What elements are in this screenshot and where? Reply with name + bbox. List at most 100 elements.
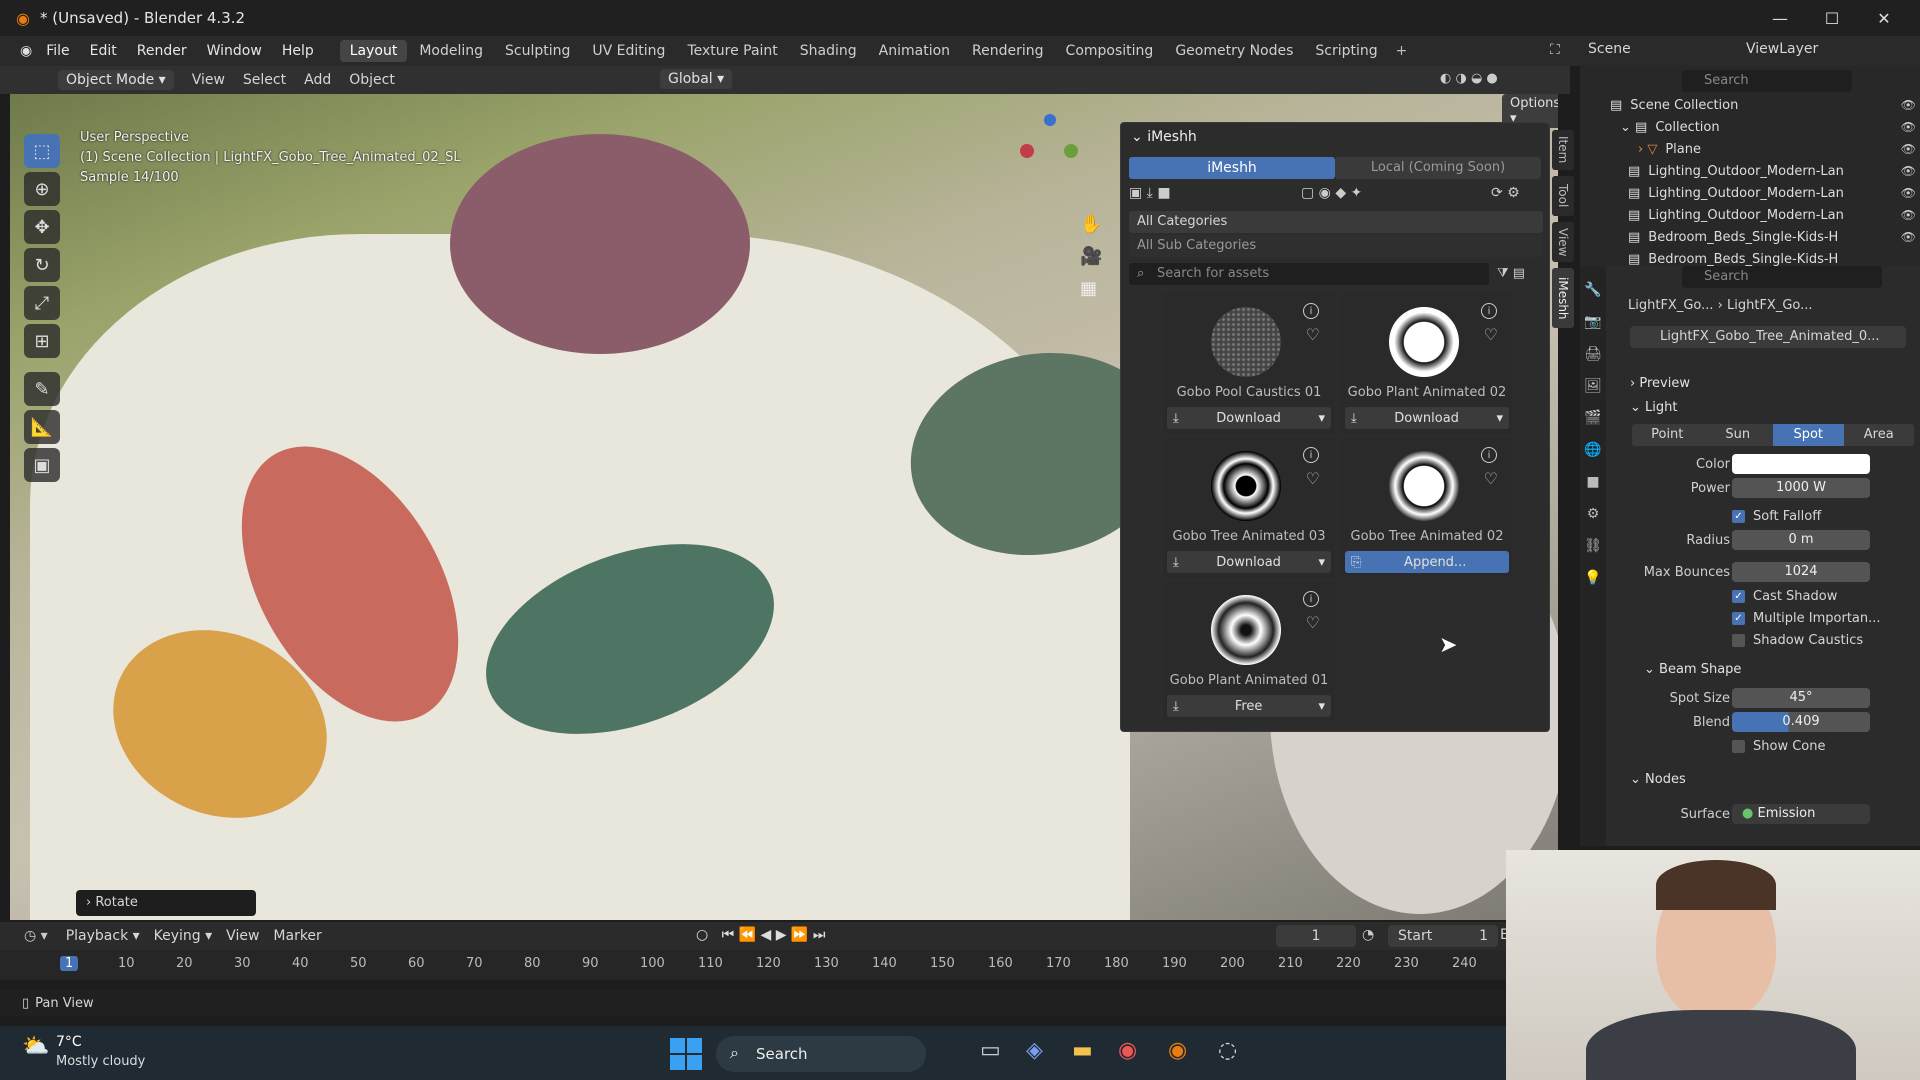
tab-scripting[interactable]: Scripting (1305, 40, 1387, 62)
download-button[interactable]: ⤓ Download ▾ (1167, 551, 1331, 573)
menu-help[interactable]: Help (282, 43, 314, 59)
transform-orientation-dropdown[interactable]: Global ▾ (660, 69, 733, 89)
color-swatch[interactable] (1732, 454, 1870, 474)
max-bounces-field[interactable]: 1024 (1732, 562, 1870, 582)
chevron-down-icon[interactable]: ▾ (1496, 411, 1503, 426)
annotate-tool[interactable]: ✎ (24, 372, 60, 406)
preview-section-header[interactable]: › Preview (1630, 376, 1690, 391)
menu-marker[interactable]: Marker (273, 928, 321, 944)
weather-icon[interactable]: ⛅ (22, 1034, 49, 1059)
outliner-plane[interactable]: › ▽ Plane (1580, 138, 1920, 160)
tab-tool[interactable]: Tool (1552, 176, 1574, 216)
outliner-item[interactable]: ▤ Lighting_Outdoor_Modern-Lan (1580, 182, 1920, 204)
clock-icon[interactable]: ◔ (1362, 927, 1374, 943)
asset-card[interactable]: i ♡ Gobo Plant Animated 02 ⤓ Download ▾ (1341, 293, 1513, 433)
tab-rendering[interactable]: Rendering (962, 40, 1054, 62)
category-dropdown[interactable]: All Categories (1129, 211, 1543, 233)
tab-texture-paint[interactable]: Texture Paint (677, 40, 787, 62)
menu-edit[interactable]: Edit (90, 43, 117, 59)
add-workspace-icon[interactable]: + (1396, 43, 1408, 59)
menu-select[interactable]: Select (243, 72, 286, 88)
asset-card[interactable]: i ♡ Gobo Tree Animated 02 ⎘ Append... (1341, 437, 1513, 577)
menu-add[interactable]: Add (304, 72, 331, 88)
measure-tool[interactable]: 📐 (24, 410, 60, 444)
beam-shape-section-header[interactable]: ⌄ Beam Shape (1644, 662, 1741, 677)
tab-layout[interactable]: Layout (339, 40, 408, 62)
tab-modeling[interactable]: Modeling (409, 40, 493, 62)
info-icon[interactable]: i (1303, 447, 1319, 463)
nodes-section-header[interactable]: ⌄ Nodes (1630, 772, 1686, 787)
close-button[interactable]: ✕ (1858, 0, 1910, 36)
y-axis-icon[interactable] (1064, 144, 1078, 158)
cast-shadow-checkbox[interactable]: ✓ Cast Shadow (1580, 584, 1920, 608)
asset-card[interactable]: i ♡ Gobo Pool Caustics 01 ⤓ Download ▾ (1163, 293, 1335, 433)
blend-slider[interactable]: 0.409 (1732, 712, 1870, 732)
asset-search-input[interactable]: Search for assets (1129, 263, 1489, 285)
menu-view[interactable]: View (192, 72, 225, 88)
tab-sculpting[interactable]: Sculpting (495, 40, 580, 62)
menu-window[interactable]: Window (207, 43, 262, 59)
start-frame-field[interactable]: Start 1 (1388, 925, 1498, 947)
minimize-button[interactable]: — (1754, 0, 1806, 36)
light-datablock-field[interactable]: LightFX_Gobo_Tree_Animated_0... (1630, 326, 1906, 348)
asset-thumbnail[interactable] (1211, 595, 1281, 665)
shading-modes[interactable]: ◐ ◑ ◒ ● (1440, 71, 1498, 86)
light-type-area[interactable]: Area (1843, 424, 1914, 446)
surface-shader-field[interactable]: ● Emission (1732, 804, 1870, 824)
timeline-ruler[interactable]: 1 10 20 30 40 50 60 70 80 90 100 110 120 130 140 150 160… (0, 950, 1510, 980)
light-type-selector[interactable]: Point Sun Spot Area (1632, 424, 1914, 446)
blender-taskbar-icon[interactable]: ◉ (1168, 1038, 1187, 1063)
current-frame-field[interactable]: 1 (1276, 925, 1356, 947)
tab-imeshh-side[interactable]: iMeshh (1552, 268, 1574, 328)
asset-thumbnail[interactable] (1211, 307, 1281, 377)
chrome-icon[interactable]: ◉ (1118, 1038, 1137, 1063)
outliner-item[interactable]: ▤ Bedroom_Beds_Single-Kids-H (1580, 226, 1920, 248)
visibility-eye-icons[interactable]: 👁 👁 👁 👁 👁 👁 👁 (1876, 94, 1916, 264)
info-icon[interactable]: i (1303, 591, 1319, 607)
spot-size-field[interactable]: 45° (1732, 688, 1870, 708)
menu-playback[interactable]: Playback ▾ (66, 928, 140, 944)
asset-thumbnail[interactable] (1389, 451, 1459, 521)
x-axis-icon[interactable] (1020, 144, 1034, 158)
chevron-down-icon[interactable]: ▾ (1318, 699, 1325, 714)
transform-tool[interactable]: ⊞ (24, 324, 60, 358)
outliner-search-input[interactable]: Search (1682, 70, 1852, 92)
multiple-importance-checkbox[interactable]: ✓ Multiple Importan... (1580, 606, 1920, 630)
light-section-header[interactable]: ⌄ Light (1630, 400, 1677, 415)
menu-keying[interactable]: Keying ▾ (154, 928, 213, 944)
properties-search-input[interactable]: Search (1682, 266, 1882, 288)
scale-tool[interactable]: ⤢ (24, 286, 60, 320)
move-tool[interactable]: ✥ (24, 210, 60, 244)
asset-thumbnail[interactable] (1389, 307, 1459, 377)
favorite-icon[interactable]: ♡ (1306, 613, 1320, 632)
z-axis-icon[interactable] (1044, 114, 1056, 126)
outliner-scene-collection[interactable]: ▤ Scene Collection (1580, 94, 1920, 116)
windows-start-icon[interactable] (670, 1038, 702, 1070)
grid-toggle-icon[interactable]: ▦ (1080, 278, 1097, 299)
tab-compositing[interactable]: Compositing (1056, 40, 1164, 62)
taskbar-search-input[interactable]: Search (716, 1036, 926, 1072)
scene-name[interactable]: Scene (1588, 41, 1631, 57)
info-icon[interactable]: i (1303, 303, 1319, 319)
app-taskbar-icon[interactable]: ◌ (1218, 1038, 1237, 1063)
asset-thumbnail[interactable] (1211, 451, 1281, 521)
outliner-item[interactable]: ▤ Lighting_Outdoor_Modern-Lan (1580, 204, 1920, 226)
imeshh-filter-icons[interactable]: ▢ ◉ ◆ ✦ (1301, 185, 1362, 201)
show-cone-checkbox[interactable]: Show Cone (1580, 734, 1920, 758)
filter-icon[interactable]: ⧩ ▤ (1497, 266, 1525, 281)
playback-controls[interactable]: ○ ⏮ ⏪ ◀ ▶ ⏩ ⏭ (696, 927, 825, 943)
editor-type-icon[interactable]: ◷ ▾ (24, 928, 48, 944)
light-type-sun[interactable]: Sun (1702, 424, 1773, 446)
tab-shading[interactable]: Shading (790, 40, 867, 62)
tab-geometry-nodes[interactable]: Geometry Nodes (1165, 40, 1303, 62)
object-mode-dropdown[interactable]: Object Mode ▾ (58, 70, 174, 90)
refresh-icon[interactable]: ⟳ ⚙ (1491, 185, 1520, 201)
camera-view-icon[interactable]: 🎥 (1080, 246, 1102, 267)
free-download-button[interactable]: ⤓ Free ▾ (1167, 695, 1331, 717)
info-icon[interactable]: i (1481, 303, 1497, 319)
shadow-caustics-checkbox[interactable]: Shadow Caustics (1580, 628, 1920, 652)
favorite-icon[interactable]: ♡ (1484, 325, 1498, 344)
tab-item[interactable]: Item (1552, 130, 1574, 170)
asset-card[interactable]: i ♡ Gobo Plant Animated 01 ⤓ Free ▾ (1163, 581, 1335, 721)
soft-falloff-checkbox[interactable]: ✓ Soft Falloff (1580, 504, 1920, 528)
